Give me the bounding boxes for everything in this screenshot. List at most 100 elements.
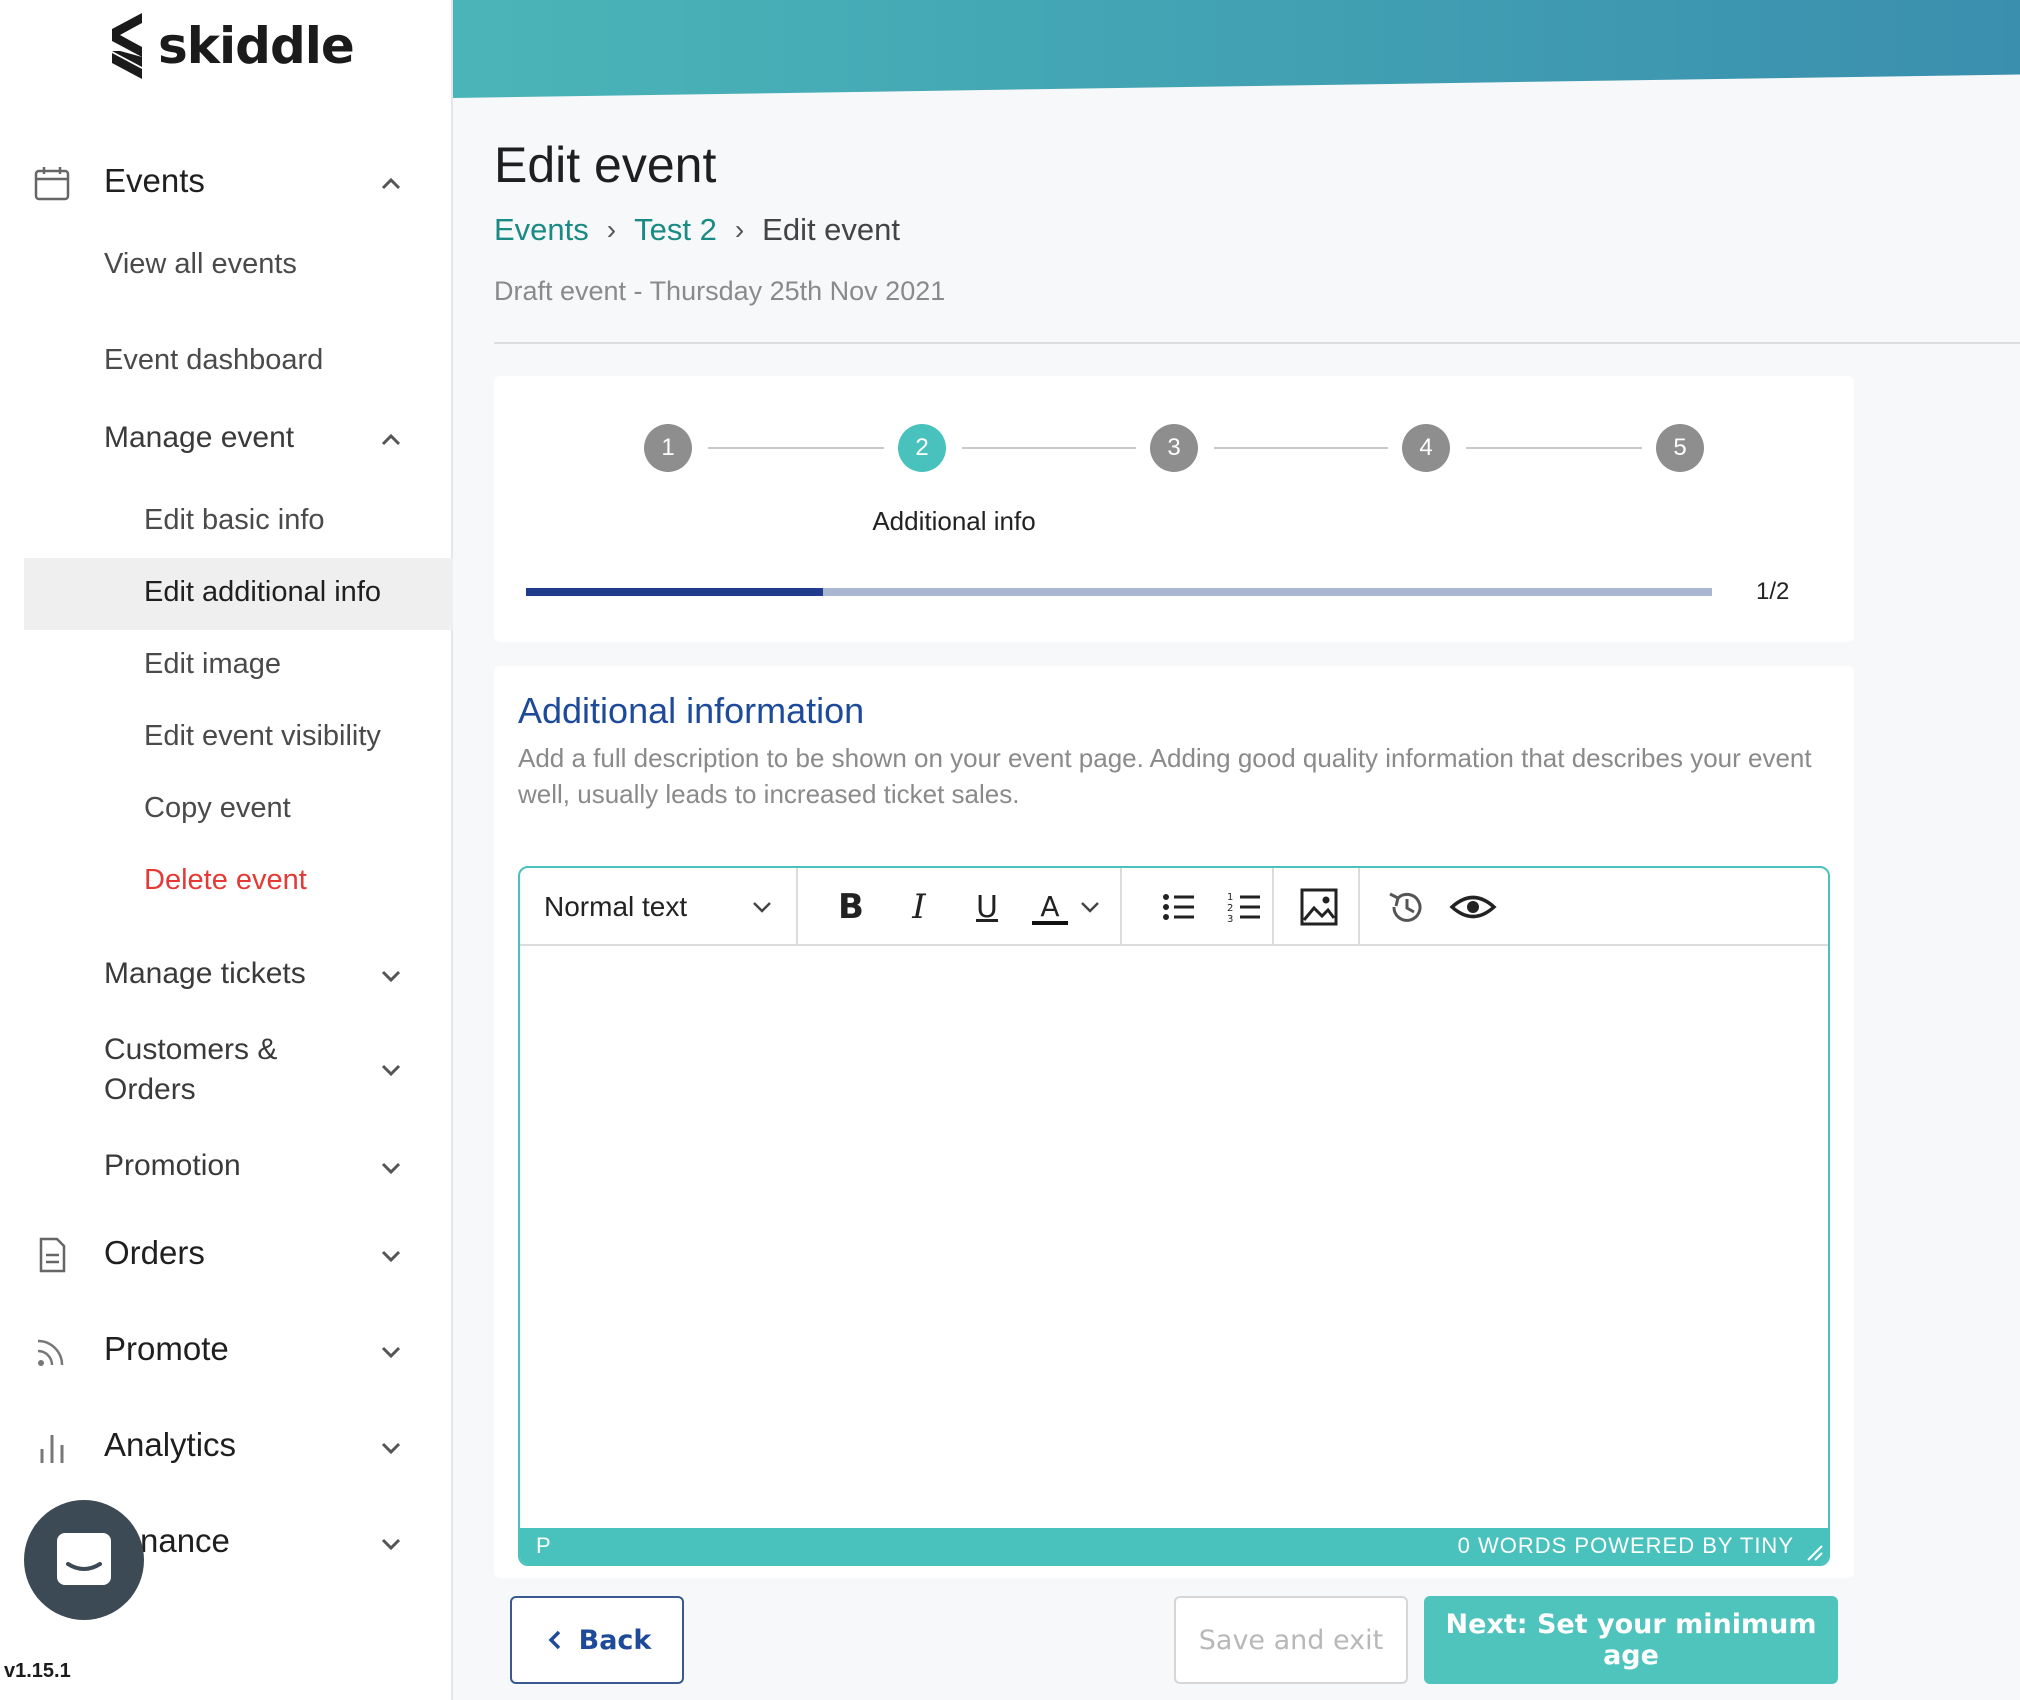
back-button[interactable]: Back [510,1596,684,1684]
next-step-button[interactable]: Next: Set your minimum age [1424,1596,1838,1684]
bold-icon: B [838,887,864,927]
nav-manage-event-label: Manage event [104,421,295,454]
text-color-swatch [1032,920,1068,925]
section-description: Add a full description to be shown on yo… [518,743,1812,809]
nav-orders[interactable]: Orders [0,1234,453,1276]
chevron-left-icon [548,1630,560,1650]
nav-event-dashboard[interactable]: Event dashboard [104,344,323,377]
editor-toolbar: Normal text B I U A 1 2 3 [520,868,1828,946]
breadcrumb: Events › Test 2 › Edit event [494,212,900,248]
chevron-up-icon[interactable] [377,426,405,454]
resize-handle-icon[interactable] [1802,1540,1824,1562]
progress-count: 1/2 [1756,578,1790,605]
svg-text:1: 1 [1227,892,1233,903]
word-count-powered-by: 0 WORDS POWERED BY TINY [1457,1533,1794,1558]
history-icon[interactable] [1382,882,1432,932]
chevron-down-icon[interactable] [377,1242,405,1270]
nav-orders-label: Orders [104,1234,205,1271]
underline-icon: U [976,889,998,925]
nav-copy-event[interactable]: Copy event [144,792,291,825]
insert-image-icon[interactable] [1294,882,1344,932]
nav-delete-event[interactable]: Delete event [144,864,307,897]
svg-text:3: 3 [1227,914,1233,925]
nav-promotion[interactable]: Promotion [0,1146,453,1188]
nav-edit-event-visibility[interactable]: Edit event visibility [144,720,381,753]
chevron-down-icon[interactable] [377,962,405,990]
skiddle-logo[interactable]: skiddle [106,6,355,86]
underline-button[interactable]: U [962,882,1012,932]
chevron-up-icon[interactable] [377,170,405,198]
chat-launcher-button[interactable] [24,1500,144,1620]
chevron-down-icon[interactable] [377,1530,405,1558]
logo-wordmark: skiddle [158,17,355,75]
nav-view-all-events[interactable]: View all events [104,248,297,281]
chat-icon [57,1533,111,1585]
chevron-down-icon[interactable] [377,1154,405,1182]
chevron-down-icon[interactable] [377,1056,405,1084]
step-connector [1214,447,1388,449]
additional-info-card: Additional information Add a full descri… [494,666,1854,1578]
rich-text-editor: Normal text B I U A 1 2 3 P 0 WORDS POWE… [518,866,1830,1566]
chevron-down-icon[interactable] [377,1338,405,1366]
svg-text:2: 2 [1227,903,1233,914]
breadcrumb-event-link[interactable]: Test 2 [634,212,717,248]
stepper-card: 1 2 3 4 5 Additional info 1/2 [494,376,1854,642]
numbered-list-icon[interactable]: 1 2 3 [1220,882,1270,932]
italic-icon: I [912,887,926,927]
text-color-icon: A [1040,889,1060,923]
nav-events-label: Events [104,162,205,199]
bullet-list-icon[interactable] [1154,882,1204,932]
italic-button[interactable]: I [894,882,944,932]
step-1[interactable]: 1 [644,424,692,472]
nav-customers-orders[interactable]: Customers & Orders [0,1030,453,1110]
nav-manage-event[interactable]: Manage event [0,418,453,460]
chevron-down-icon[interactable] [1076,893,1104,921]
text-color-button[interactable]: A [1028,882,1072,932]
step-4[interactable]: 4 [1402,424,1450,472]
header-divider [494,342,2020,344]
toolbar-separator [1120,868,1122,946]
nav-edit-basic-info[interactable]: Edit basic info [144,504,325,537]
block-format-value: Normal text [544,891,688,922]
rss-icon [37,1339,64,1366]
sidebar: skiddle Events View all events Event das… [0,0,453,1700]
progress-bar-fill [526,588,823,596]
bar-chart-icon [40,1435,64,1463]
breadcrumb-events-link[interactable]: Events [494,212,589,248]
block-format-select[interactable]: Normal text [520,868,798,946]
nav-edit-image[interactable]: Edit image [144,648,281,681]
app-version: v1.15.1 [4,1660,71,1682]
header-band [453,0,2020,98]
bold-button[interactable]: B [826,882,876,932]
nav-promote[interactable]: Promote [0,1330,453,1372]
nav-promotion-label: Promotion [104,1149,241,1182]
step-2-active[interactable]: 2 [898,424,946,472]
preview-eye-icon[interactable] [1448,882,1498,932]
nav-analytics-label: Analytics [104,1426,237,1463]
section-title: Additional information [518,690,865,731]
step-connector [708,447,884,449]
breadcrumb-separator: › [606,214,617,245]
element-path[interactable]: P [536,1533,551,1559]
toolbar-separator [1272,868,1274,946]
nav-manage-tickets-label: Manage tickets [104,957,306,990]
nav-events[interactable]: Events [0,162,453,204]
nav-finance-label: nance [140,1522,230,1559]
nav-manage-tickets[interactable]: Manage tickets [0,954,453,996]
nav-edit-additional-info[interactable]: Edit additional info [144,576,381,609]
progress-bar [526,588,1712,596]
nav-analytics[interactable]: Analytics [0,1426,453,1468]
save-and-exit-button[interactable]: Save and exit [1174,1596,1408,1684]
page-title: Edit event [494,137,717,193]
skiddle-logo-icon [112,13,142,79]
nav-customers-orders-line1: Customers & [104,1033,278,1066]
chevron-down-icon[interactable] [377,1434,405,1462]
calendar-icon [34,167,70,201]
step-5[interactable]: 5 [1656,424,1704,472]
nav-customers-orders-line2: Orders [104,1073,196,1106]
active-step-label: Additional info [872,506,1036,536]
event-status-line: Draft event - Thursday 25th Nov 2021 [494,276,946,306]
editor-content-area[interactable] [520,946,1828,1528]
toolbar-separator [1358,868,1360,946]
step-3[interactable]: 3 [1150,424,1198,472]
